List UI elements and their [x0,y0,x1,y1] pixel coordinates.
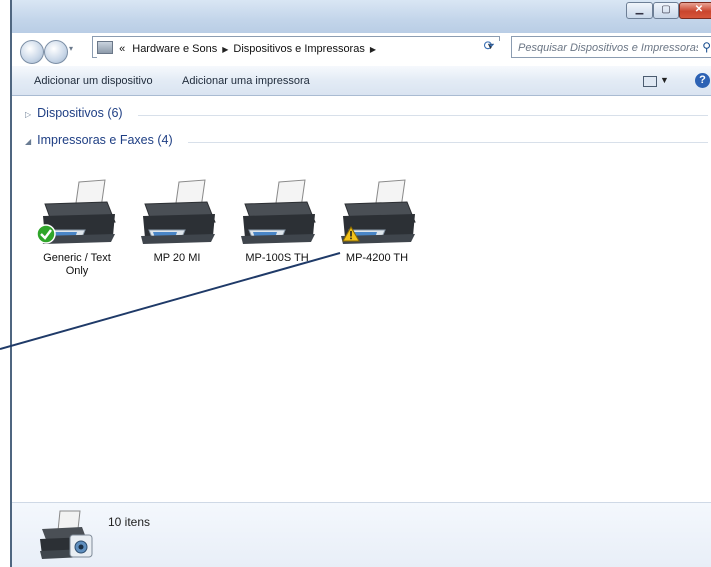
annotation-line [0,252,341,350]
